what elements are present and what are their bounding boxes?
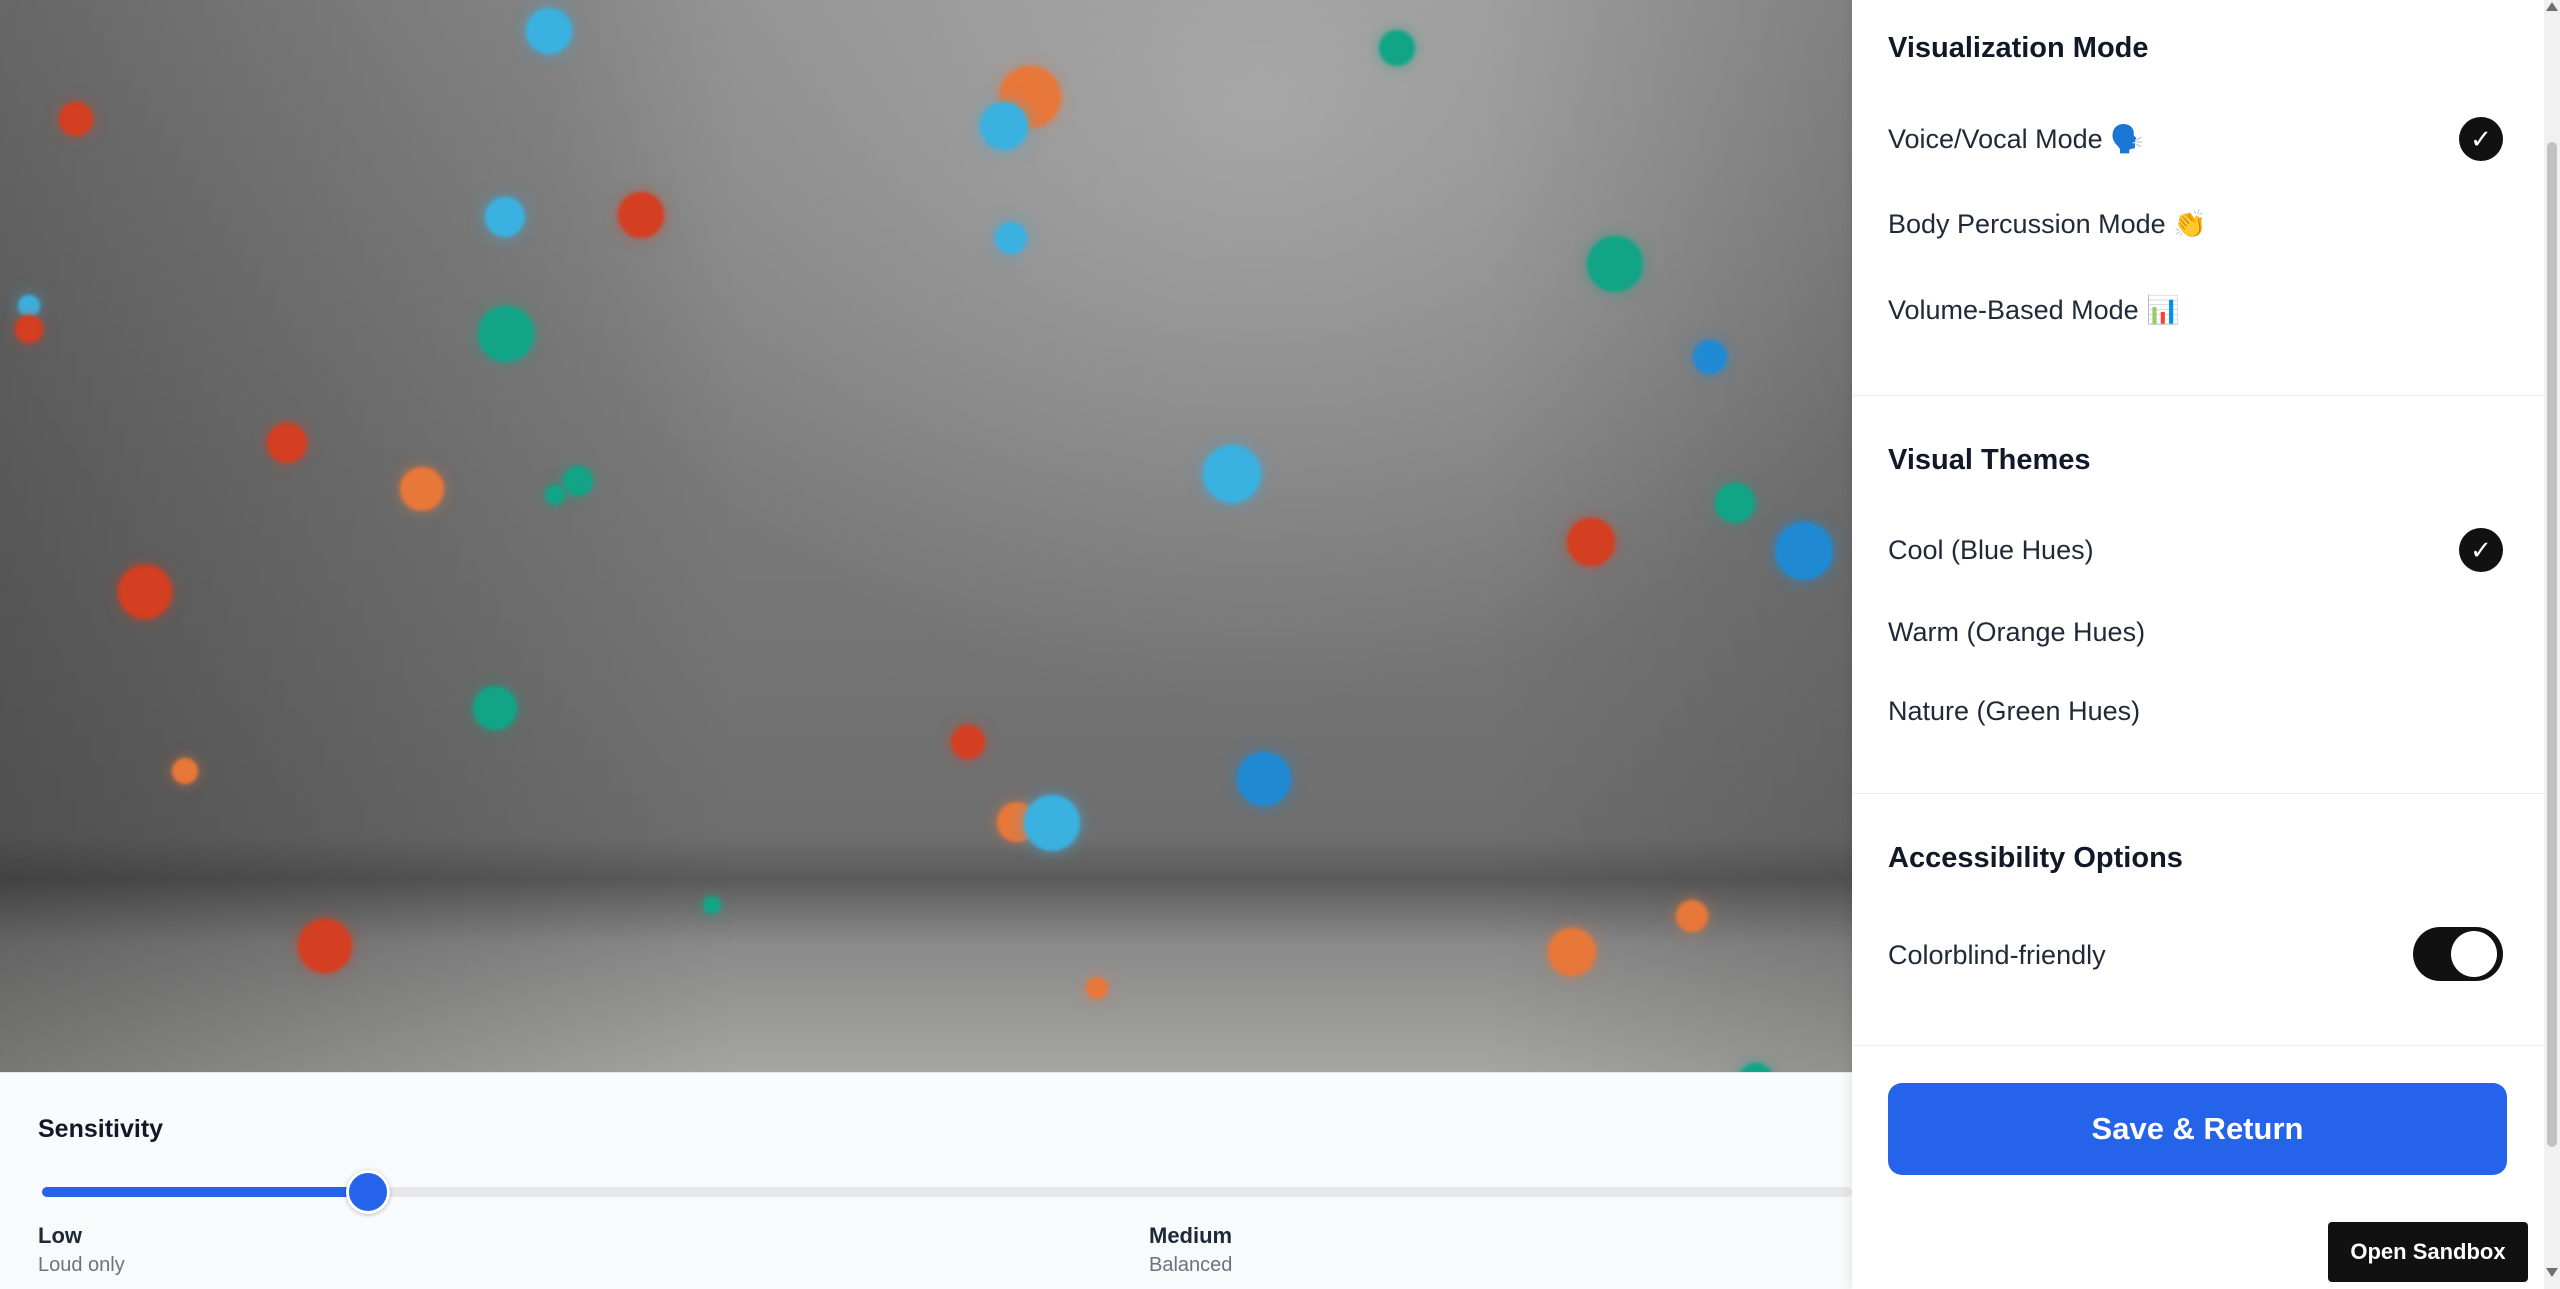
toggle-knob [2451,931,2497,977]
particle [1567,518,1615,566]
particle [703,896,721,914]
option-theme-cool[interactable]: Cool (Blue Hues) [1888,535,2094,566]
particle [400,467,444,511]
particle [267,423,307,463]
particle [118,565,172,619]
particle [1203,445,1261,503]
sensitivity-panel [0,1072,1852,1289]
particle [59,102,93,136]
particle [1587,236,1643,292]
scroll-up-arrow-icon[interactable] [2546,2,2558,11]
section-divider [1852,395,2544,396]
sensitivity-stop-medium-label: Medium [1149,1223,1233,1248]
particle [1738,1063,1774,1072]
colorblind-friendly-label: Colorblind-friendly [1888,940,2106,970]
particle [172,758,198,784]
particle [1715,483,1755,523]
particle [1548,928,1596,976]
section-divider [1852,1045,2544,1046]
option-voice-mode[interactable]: Voice/Vocal Mode 🗣️ [1888,123,2144,155]
app-root: Sensitivity Low Loud only Medium Balance… [0,0,2560,1289]
option-volume-based-mode[interactable]: Volume-Based Mode 📊 [1888,294,2180,326]
sensitivity-title: Sensitivity [38,1115,164,1143]
particle [1086,977,1108,999]
particle [298,919,352,973]
particle [1693,340,1727,374]
particle [618,192,664,238]
particle [951,725,985,759]
visualization-canvas [0,0,1852,1072]
particle [485,197,525,237]
particle [995,222,1027,254]
sensitivity-stop-medium-description: Balanced [1149,1254,1233,1276]
sensitivity-stop-low-description: Loud only [38,1254,125,1276]
particle [473,686,517,730]
particle [15,315,43,343]
visual-themes-title: Visual Themes [1888,444,2091,476]
save-and-return-button[interactable]: Save & Return [1888,1083,2507,1175]
option-theme-warm[interactable]: Warm (Orange Hues) [1888,617,2145,648]
section-divider [1852,793,2544,794]
particle [1676,900,1708,932]
option-body-percussion-mode[interactable]: Body Percussion Mode 👏 [1888,208,2207,240]
sensitivity-stop-low-label: Low [38,1223,82,1248]
particle [563,466,593,496]
particle [980,102,1028,150]
sensitivity-slider-fill [42,1187,368,1197]
open-sandbox-button[interactable]: Open Sandbox [2328,1222,2528,1282]
particle [545,485,565,505]
scrollbar-thumb[interactable] [2547,142,2557,1147]
accessibility-options-title: Accessibility Options [1888,842,2183,874]
theme-cool-check-icon: ✓ [2459,528,2503,572]
particle [526,8,572,54]
scroll-down-arrow-icon[interactable] [2546,1268,2558,1277]
particle [18,295,40,317]
particle [1775,522,1833,580]
voice-mode-check-icon: ✓ [2459,117,2503,161]
particle [1237,752,1291,806]
particle [478,306,534,362]
visualization-mode-title: Visualization Mode [1888,32,2149,64]
sensitivity-slider-thumb[interactable] [345,1170,390,1214]
particle [1379,30,1415,66]
particle [1024,795,1080,851]
option-theme-nature[interactable]: Nature (Green Hues) [1888,696,2140,727]
